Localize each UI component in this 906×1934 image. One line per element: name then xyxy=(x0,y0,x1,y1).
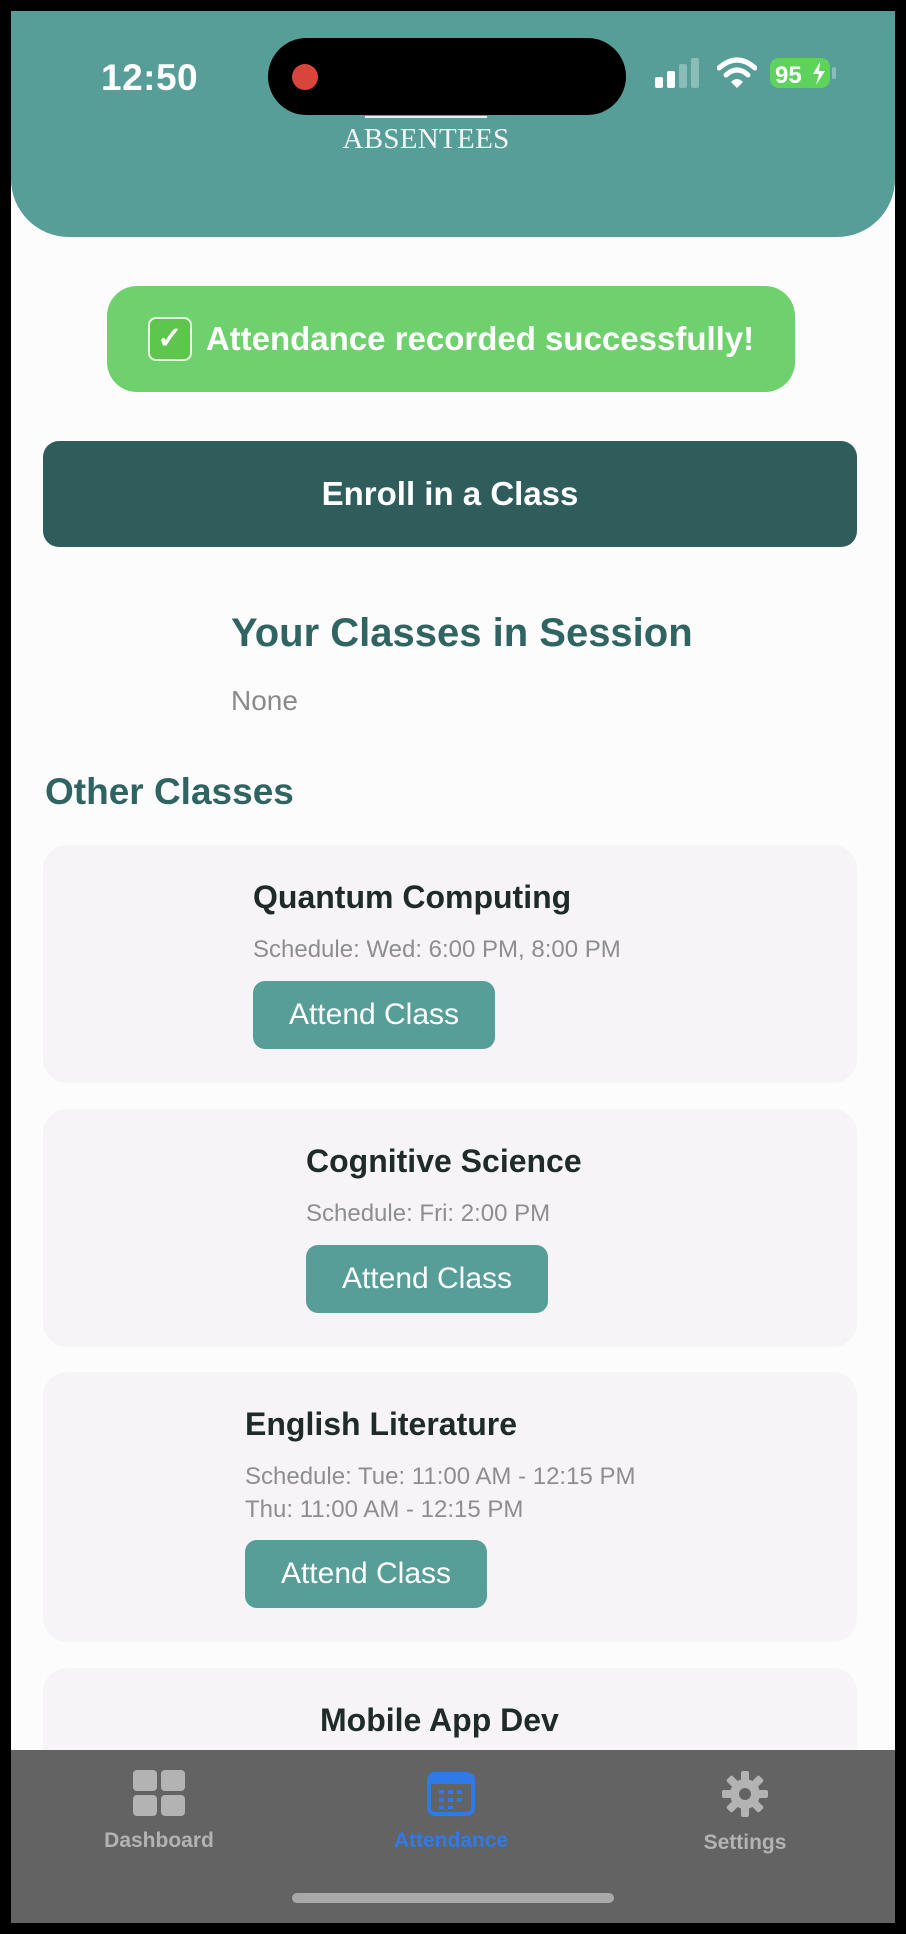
class-card: Quantum Computing Schedule: Wed: 6:00 PM… xyxy=(43,845,857,1083)
status-time: 12:50 xyxy=(101,57,199,98)
app-header: 12:50 95 ABSENTEES xyxy=(11,11,895,237)
class-schedule: Thu: 11:00 AM - 12:15 PM xyxy=(245,1496,524,1523)
class-schedule: Schedule: Fri: 2:00 PM xyxy=(306,1200,551,1227)
attend-class-button[interactable]: Attend Class xyxy=(253,981,495,1049)
tab-label: Attendance xyxy=(393,1829,509,1852)
app-screen: 12:50 95 ABSENTEES ✓ Attendance recorded… xyxy=(11,11,895,1923)
home-indicator[interactable] xyxy=(292,1893,614,1903)
success-toast: ✓ Attendance recorded successfully! xyxy=(107,286,795,392)
tab-dashboard[interactable]: Dashboard xyxy=(59,1770,259,1853)
class-card: English Literature Schedule: Tue: 11:00 … xyxy=(43,1372,857,1642)
class-name: Quantum Computing xyxy=(253,879,572,915)
dynamic-island xyxy=(268,38,626,115)
device-frame: 12:50 95 ABSENTEES ✓ Attendance recorded… xyxy=(0,0,906,1934)
tab-label: Settings xyxy=(703,1831,787,1854)
class-name: Mobile App Dev xyxy=(320,1702,559,1738)
wifi-icon xyxy=(717,57,757,88)
class-name: English Literature xyxy=(245,1406,518,1442)
recording-indicator-icon xyxy=(292,64,318,90)
gear-icon xyxy=(722,1771,768,1817)
class-name: Cognitive Science xyxy=(306,1143,582,1179)
class-schedule: Schedule: Tue: 11:00 AM - 12:15 PM xyxy=(245,1463,636,1490)
session-title: Your Classes in Session xyxy=(231,611,693,655)
class-card: Cognitive Science Schedule: Fri: 2:00 PM… xyxy=(43,1109,857,1347)
battery-icon: 95 xyxy=(770,58,836,89)
session-empty-text: None xyxy=(231,685,298,716)
tab-label: Dashboard xyxy=(104,1829,214,1852)
tab-settings[interactable]: Settings xyxy=(645,1770,845,1855)
attend-class-button[interactable]: Attend Class xyxy=(306,1245,548,1313)
tab-attendance[interactable]: Attendance xyxy=(351,1770,551,1853)
toast-message: Attendance recorded successfully! xyxy=(205,320,755,357)
cellular-signal-icon xyxy=(655,58,699,88)
brand-name: ABSENTEES xyxy=(342,123,510,155)
other-classes-title: Other Classes xyxy=(45,771,294,812)
class-schedule: Schedule: Wed: 6:00 PM, 8:00 PM xyxy=(253,936,621,963)
brand-divider xyxy=(365,116,487,118)
attend-class-button[interactable]: Attend Class xyxy=(245,1540,487,1608)
enroll-button[interactable]: Enroll in a Class xyxy=(43,441,857,547)
battery-level: 95 xyxy=(775,62,802,89)
checkmark-icon: ✓ xyxy=(147,317,192,361)
grid-icon xyxy=(133,1770,185,1816)
calendar-icon xyxy=(427,1772,475,1816)
